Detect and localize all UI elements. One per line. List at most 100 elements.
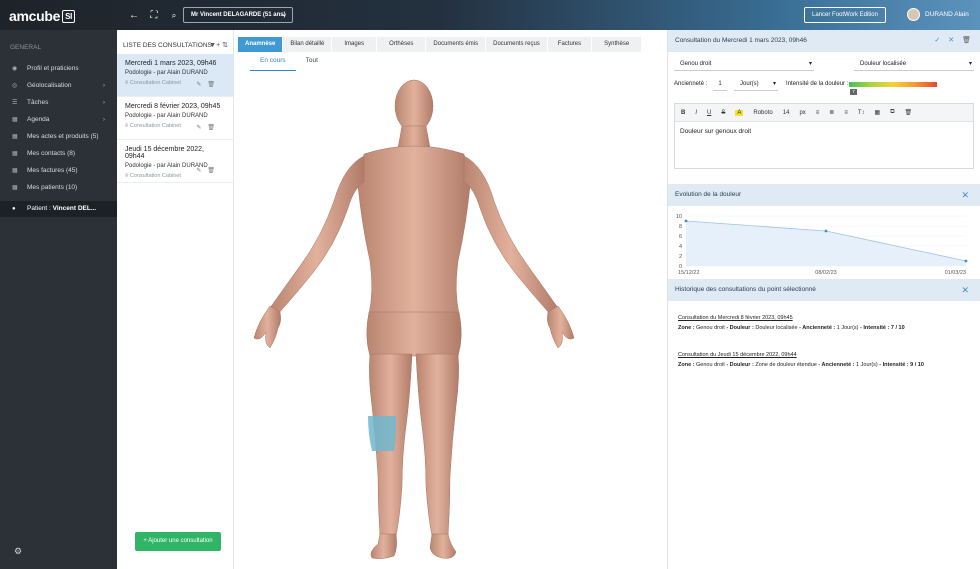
- edit-icon[interactable]: ✎: [196, 168, 201, 174]
- avatar: [907, 8, 920, 21]
- info-icon: ●: [12, 206, 16, 212]
- sidebar-item-profil[interactable]: ◉ Profil et praticiens: [0, 61, 117, 77]
- back-arrow-icon[interactable]: ←: [128, 10, 140, 22]
- anciennete-unit-value: Jour(s): [740, 81, 759, 87]
- consultation-item[interactable]: Mercredi 1 mars 2023, 09h46 Podologie - …: [117, 54, 233, 97]
- consultation-detail-panel: Consultation du Mercredi 1 mars 2023, 09…: [667, 30, 980, 569]
- evolution-title: Evolution de la douleur: [675, 191, 742, 198]
- x-tick-label: 15/12/22: [678, 270, 699, 276]
- anciennete-unit-select[interactable]: Jour(s) ▾: [734, 77, 778, 91]
- pain-type-value: Douleur localisée: [860, 61, 907, 67]
- detail-header: Consultation du Mercredi 1 mars 2023, 09…: [668, 30, 980, 52]
- y-tick-label: 8: [679, 224, 682, 230]
- consultation-date: Mercredi 8 février 2023, 09h45: [125, 103, 221, 110]
- sidebar-item-geolocalisation[interactable]: ◎ Géolocalisation ›: [0, 78, 117, 94]
- close-icon[interactable]: ✕: [961, 184, 969, 206]
- sidebar-section-title: GENERAL: [10, 44, 42, 51]
- tab-ortheses[interactable]: Orthèses: [377, 37, 426, 52]
- bullet-list-button[interactable]: ≡: [816, 110, 820, 116]
- filter-sort-icons[interactable]: ▼+ ⇅: [209, 41, 228, 49]
- sidebar-item-label: Mes contacts (8): [27, 150, 76, 157]
- logo-badge: SI: [62, 9, 76, 23]
- italic-button[interactable]: I: [695, 110, 697, 116]
- trash-icon[interactable]: 🗑: [904, 109, 912, 116]
- consultation-list-panel: LISTE DES CONSULTATIONS ▼+ ⇅ Mercredi 1 …: [117, 30, 234, 569]
- sidebar-item-label: Mes actes et produits (5): [27, 133, 99, 140]
- unit-select[interactable]: px: [799, 110, 805, 116]
- consultation-item[interactable]: Jeudi 15 décembre 2022, 09h44 Podologie …: [117, 140, 233, 183]
- table-icon[interactable]: ▦: [875, 109, 881, 116]
- sidebar-item-patients[interactable]: ▦ Mes patients (10): [0, 180, 117, 196]
- add-consultation-button[interactable]: + Ajouter une consultation: [135, 532, 221, 551]
- grid-icon: ▦: [12, 134, 18, 140]
- x-tick-label: 01/03/23: [945, 270, 966, 276]
- bold-button[interactable]: B: [681, 110, 685, 116]
- sidebar-item-factures[interactable]: ▦ Mes factures (45): [0, 163, 117, 179]
- tab-factures[interactable]: Factures: [547, 37, 592, 52]
- tab-documents-recus[interactable]: Documents reçus: [486, 37, 547, 52]
- sidebar-item-taches[interactable]: ☰ Tâches ›: [0, 95, 117, 111]
- tasks-icon: ☰: [12, 100, 18, 106]
- consultation-date: Jeudi 15 décembre 2022, 09h44: [125, 146, 204, 160]
- underline-button[interactable]: U: [707, 110, 711, 116]
- launch-footwork-button[interactable]: Lancer FootWork Edition: [804, 7, 886, 23]
- intensity-scale[interactable]: [849, 82, 937, 87]
- edit-icon[interactable]: ✎: [196, 82, 201, 88]
- chevron-down-icon: ⌄: [281, 11, 287, 18]
- tab-anamnese[interactable]: Anamnèse: [238, 37, 283, 52]
- consultation-place: ⌾ Consultation Cabinet: [125, 173, 181, 179]
- history-title: Historique des consultations du point sé…: [675, 286, 816, 293]
- trash-icon[interactable]: 🗑: [207, 82, 215, 88]
- check-icon[interactable]: ✓: [934, 37, 940, 44]
- zone-select[interactable]: Genou droit ▾: [674, 57, 814, 71]
- sidebar: GENERAL ◉ Profil et praticiens ◎ Géoloca…: [0, 30, 117, 569]
- tab-synthese[interactable]: Synthèse: [592, 37, 642, 52]
- close-icon[interactable]: ✕: [948, 37, 954, 44]
- subtab-tout[interactable]: Tout: [296, 57, 328, 71]
- y-tick-label: 10: [676, 214, 682, 220]
- consultation-item[interactable]: Mercredi 8 février 2023, 09h45 Podologie…: [117, 97, 233, 140]
- copy-icon[interactable]: ⧉: [890, 109, 894, 116]
- gear-icon[interactable]: ⚙: [14, 546, 22, 557]
- numbered-list-button[interactable]: ≣: [829, 109, 834, 116]
- location-icon: ◎: [12, 83, 18, 89]
- align-button[interactable]: ≡: [844, 110, 848, 116]
- intensity-marker[interactable]: 7: [850, 89, 857, 95]
- trash-icon[interactable]: 🗑: [207, 125, 215, 131]
- sidebar-item-actes[interactable]: ▦ Mes actes et produits (5): [0, 129, 117, 145]
- subtab-en-cours[interactable]: En cours: [250, 57, 296, 71]
- sidebar-item-agenda[interactable]: ▦ Agenda ›: [0, 112, 117, 128]
- rich-text-editor: B I U S A Roboto 14 px ≡ ≣ ≡ T↕ ▦ ⧉ 🗑 Do…: [674, 103, 974, 169]
- tab-documents-emis[interactable]: Documents émis: [426, 37, 486, 52]
- edit-icon[interactable]: ✎: [196, 125, 201, 131]
- user-menu[interactable]: DURAND Alain: [907, 8, 969, 21]
- strike-button[interactable]: S: [721, 110, 725, 116]
- history-entry-title[interactable]: Consultation du Jeudi 15 décembre 2022, …: [678, 352, 924, 358]
- font-select[interactable]: Roboto: [753, 110, 772, 116]
- body-3d-model[interactable]: [244, 76, 654, 566]
- history-entry: Consultation du Jeudi 15 décembre 2022, …: [678, 352, 924, 368]
- trash-icon[interactable]: 🗑: [207, 168, 215, 174]
- history-entry-title[interactable]: Consultation du Mercredi 8 février 2023,…: [678, 315, 905, 321]
- pain-type-select[interactable]: Douleur localisée ▾: [854, 57, 974, 71]
- trash-icon[interactable]: 🗑: [962, 37, 971, 44]
- tab-bilan[interactable]: Bilan détaillé: [283, 37, 332, 52]
- pain-evolution-chart[interactable]: 024681015/12/22 08/02/23 01/03/23: [668, 212, 980, 282]
- text-size-button[interactable]: T↕: [858, 110, 865, 116]
- tab-images[interactable]: Images: [332, 37, 377, 52]
- patient-selector[interactable]: Mr Vincent DELAGARDE (51 ans) ⌄: [183, 7, 293, 23]
- search-icon[interactable]: ⌕: [168, 10, 180, 22]
- anciennete-input[interactable]: 1: [713, 77, 727, 91]
- fullscreen-icon[interactable]: ⛶: [148, 10, 160, 22]
- chevron-down-icon: ▾: [968, 61, 972, 67]
- sidebar-item-contacts[interactable]: ▦ Mes contacts (8): [0, 146, 117, 162]
- evolution-header: Evolution de la douleur ✕: [668, 184, 980, 206]
- chevron-right-icon: ›: [102, 82, 105, 89]
- text-color-button[interactable]: A: [735, 109, 744, 116]
- font-size-select[interactable]: 14: [783, 110, 790, 116]
- logo[interactable]: amcube SI: [9, 8, 76, 24]
- sidebar-item-patient-active[interactable]: ● Patient : Vincent DEL...: [0, 201, 117, 217]
- editor-content[interactable]: Douleur sur genoux droit: [675, 122, 973, 141]
- close-icon[interactable]: ✕: [961, 279, 969, 301]
- intensity-label: Intensité de la douleur :: [786, 81, 849, 87]
